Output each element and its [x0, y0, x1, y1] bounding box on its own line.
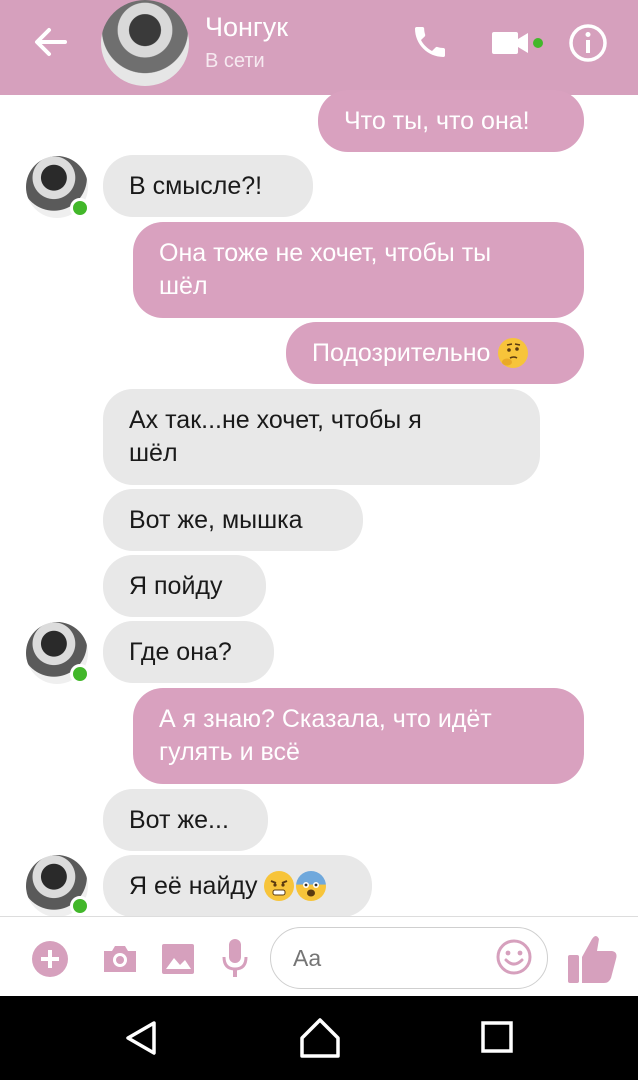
smiley-icon[interactable]	[495, 938, 533, 976]
message-bubble-incoming[interactable]: Я её найду	[103, 855, 372, 917]
nav-home-icon[interactable]	[298, 1016, 342, 1060]
plus-icon[interactable]	[32, 941, 68, 977]
message-text: В смысле?!	[129, 171, 263, 200]
message-bubble-outgoing[interactable]: Что ты, что она!	[318, 90, 584, 152]
info-icon[interactable]	[567, 22, 609, 64]
online-indicator	[70, 198, 90, 218]
message-text: Я её найду	[129, 871, 258, 900]
contact-name[interactable]: Чонгук	[205, 12, 288, 43]
message-text: Вот же, мышка	[129, 505, 303, 534]
online-indicator	[70, 896, 90, 916]
message-text: Вот же...	[129, 805, 229, 834]
microphone-icon[interactable]	[220, 937, 250, 981]
chat-header: Чонгук В сети	[0, 0, 638, 95]
android-navigation-bar	[0, 996, 638, 1080]
thumbs-up-icon[interactable]	[566, 931, 620, 987]
nav-recents-icon[interactable]	[480, 1020, 514, 1054]
message-text-line: Ах так...не хочет, чтобы я	[129, 406, 422, 434]
message-text: Что ты, что она!	[344, 106, 530, 135]
message-text-line: А я знаю? Сказала, что идёт	[159, 705, 492, 733]
message-bubble-incoming[interactable]: Где она?	[103, 621, 274, 683]
video-camera-icon[interactable]	[490, 26, 548, 60]
message-text-line: шёл	[159, 272, 208, 300]
message-bubble-outgoing[interactable]: А я знаю? Сказала, что идёт гулять и всё	[133, 688, 584, 784]
contact-status: В сети	[205, 50, 265, 72]
message-text-line: гулять и всё	[159, 738, 300, 766]
message-bubble-outgoing[interactable]: Она тоже не хочет, чтобы ты шёл	[133, 222, 584, 318]
fearful-face-emoji	[295, 871, 326, 901]
phone-icon[interactable]	[410, 22, 454, 62]
message-bubble-outgoing[interactable]: Подозрительно	[286, 322, 584, 384]
image-icon[interactable]	[158, 939, 198, 979]
message-text: Подозрительно	[312, 338, 491, 367]
angry-face-emoji	[263, 871, 294, 901]
message-bubble-incoming[interactable]: Вот же...	[103, 789, 268, 851]
message-bubble-incoming[interactable]: Ах так...не хочет, чтобы я шёл	[103, 389, 540, 485]
thinking-face-emoji	[498, 338, 529, 368]
message-bubble-incoming[interactable]: Вот же, мышка	[103, 489, 363, 551]
nav-back-icon[interactable]	[122, 1018, 162, 1058]
back-arrow-icon[interactable]	[30, 25, 70, 59]
message-text-line: шёл	[129, 439, 178, 467]
message-text-line: Она тоже не хочет, чтобы ты	[159, 239, 492, 267]
online-indicator	[70, 664, 90, 684]
message-composer	[0, 916, 638, 996]
camera-icon[interactable]	[100, 939, 140, 979]
message-text: Я пойду	[129, 571, 223, 600]
message-text: Где она?	[129, 637, 232, 666]
message-bubble-incoming[interactable]: Я пойду	[103, 555, 266, 617]
contact-avatar[interactable]	[101, 0, 189, 86]
message-bubble-incoming[interactable]: В смысле?!	[103, 155, 313, 217]
chat-screen: Чонгук В сети Что ты, что она! В смысле?…	[0, 0, 638, 1080]
